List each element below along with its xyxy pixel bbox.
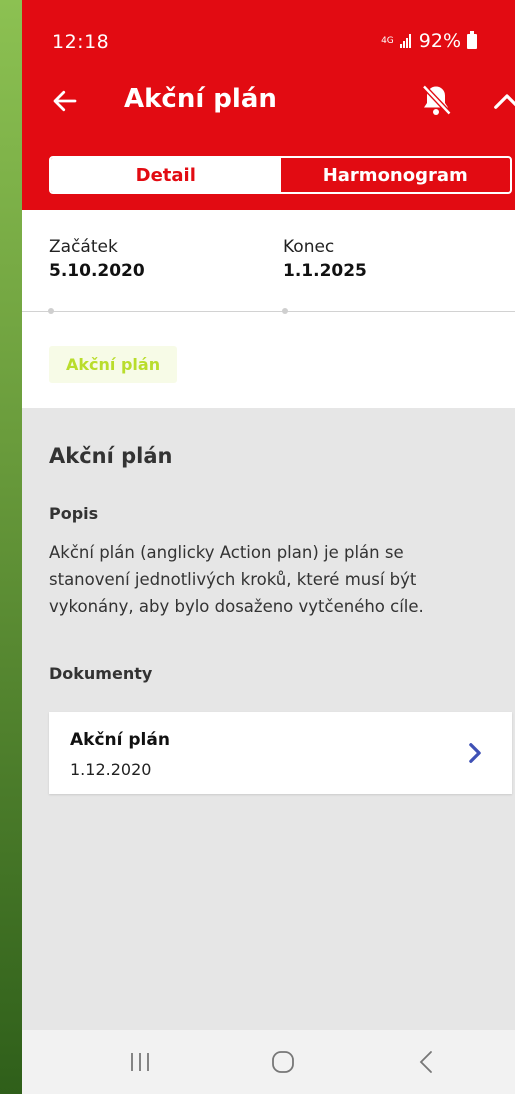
chevron-right-icon xyxy=(469,743,481,763)
bell-off-icon[interactable] xyxy=(418,82,454,118)
home-icon[interactable] xyxy=(268,1048,298,1076)
back-nav-icon[interactable] xyxy=(412,1048,442,1076)
start-date: Začátek 5.10.2020 xyxy=(49,237,145,281)
network-type: 4G xyxy=(381,35,394,46)
status-badge: Akční plán xyxy=(49,346,178,383)
page-title: Akční plán xyxy=(124,84,277,114)
status-time: 12:18 xyxy=(52,31,110,53)
signal-icon xyxy=(399,34,411,48)
desktop-background xyxy=(0,0,22,1094)
description-text: Akční plán (anglicky Action plan) je plá… xyxy=(49,543,424,616)
timeline-line xyxy=(22,311,515,312)
battery-percent: 92% xyxy=(418,30,461,52)
tab-harmonogram[interactable]: Harmonogram xyxy=(281,158,511,192)
description-label: Popis xyxy=(49,504,99,523)
end-date-value: 1.1.2025 xyxy=(283,261,367,281)
document-date: 1.12.2020 xyxy=(70,760,152,779)
end-date-label: Konec xyxy=(283,237,335,257)
tab-bar: Detail Harmonogram xyxy=(49,156,512,194)
chevron-up-icon[interactable] xyxy=(492,90,515,112)
system-nav-bar xyxy=(22,1030,515,1094)
document-name: Akční plán xyxy=(70,730,170,750)
timeline-start-dot xyxy=(48,308,54,314)
start-date-value: 5.10.2020 xyxy=(49,261,145,281)
timeline-end-dot xyxy=(282,308,288,314)
battery-icon xyxy=(467,30,477,49)
tab-detail[interactable]: Detail xyxy=(51,158,281,192)
arrow-left-icon[interactable] xyxy=(50,86,80,116)
detail-content: Akční plán Popis Akční plán (anglicky Ac… xyxy=(22,408,515,1030)
phone-screen: 12:18 4G 92% Akční plán Detail Harmonogr… xyxy=(22,0,515,1094)
start-date-label: Začátek xyxy=(49,237,118,257)
recent-apps-icon[interactable] xyxy=(125,1048,155,1076)
document-card[interactable]: Akční plán 1.12.2020 xyxy=(49,712,512,794)
section-title: Akční plán xyxy=(49,444,173,468)
documents-label: Dokumenty xyxy=(49,664,153,683)
date-info-section: Začátek 5.10.2020 Konec 1.1.2025 Akční p… xyxy=(22,210,515,408)
end-date: Konec 1.1.2025 xyxy=(283,237,367,281)
status-indicators: 4G 92% xyxy=(381,30,477,52)
app-header: 12:18 4G 92% Akční plán Detail Harmonogr… xyxy=(22,0,515,210)
